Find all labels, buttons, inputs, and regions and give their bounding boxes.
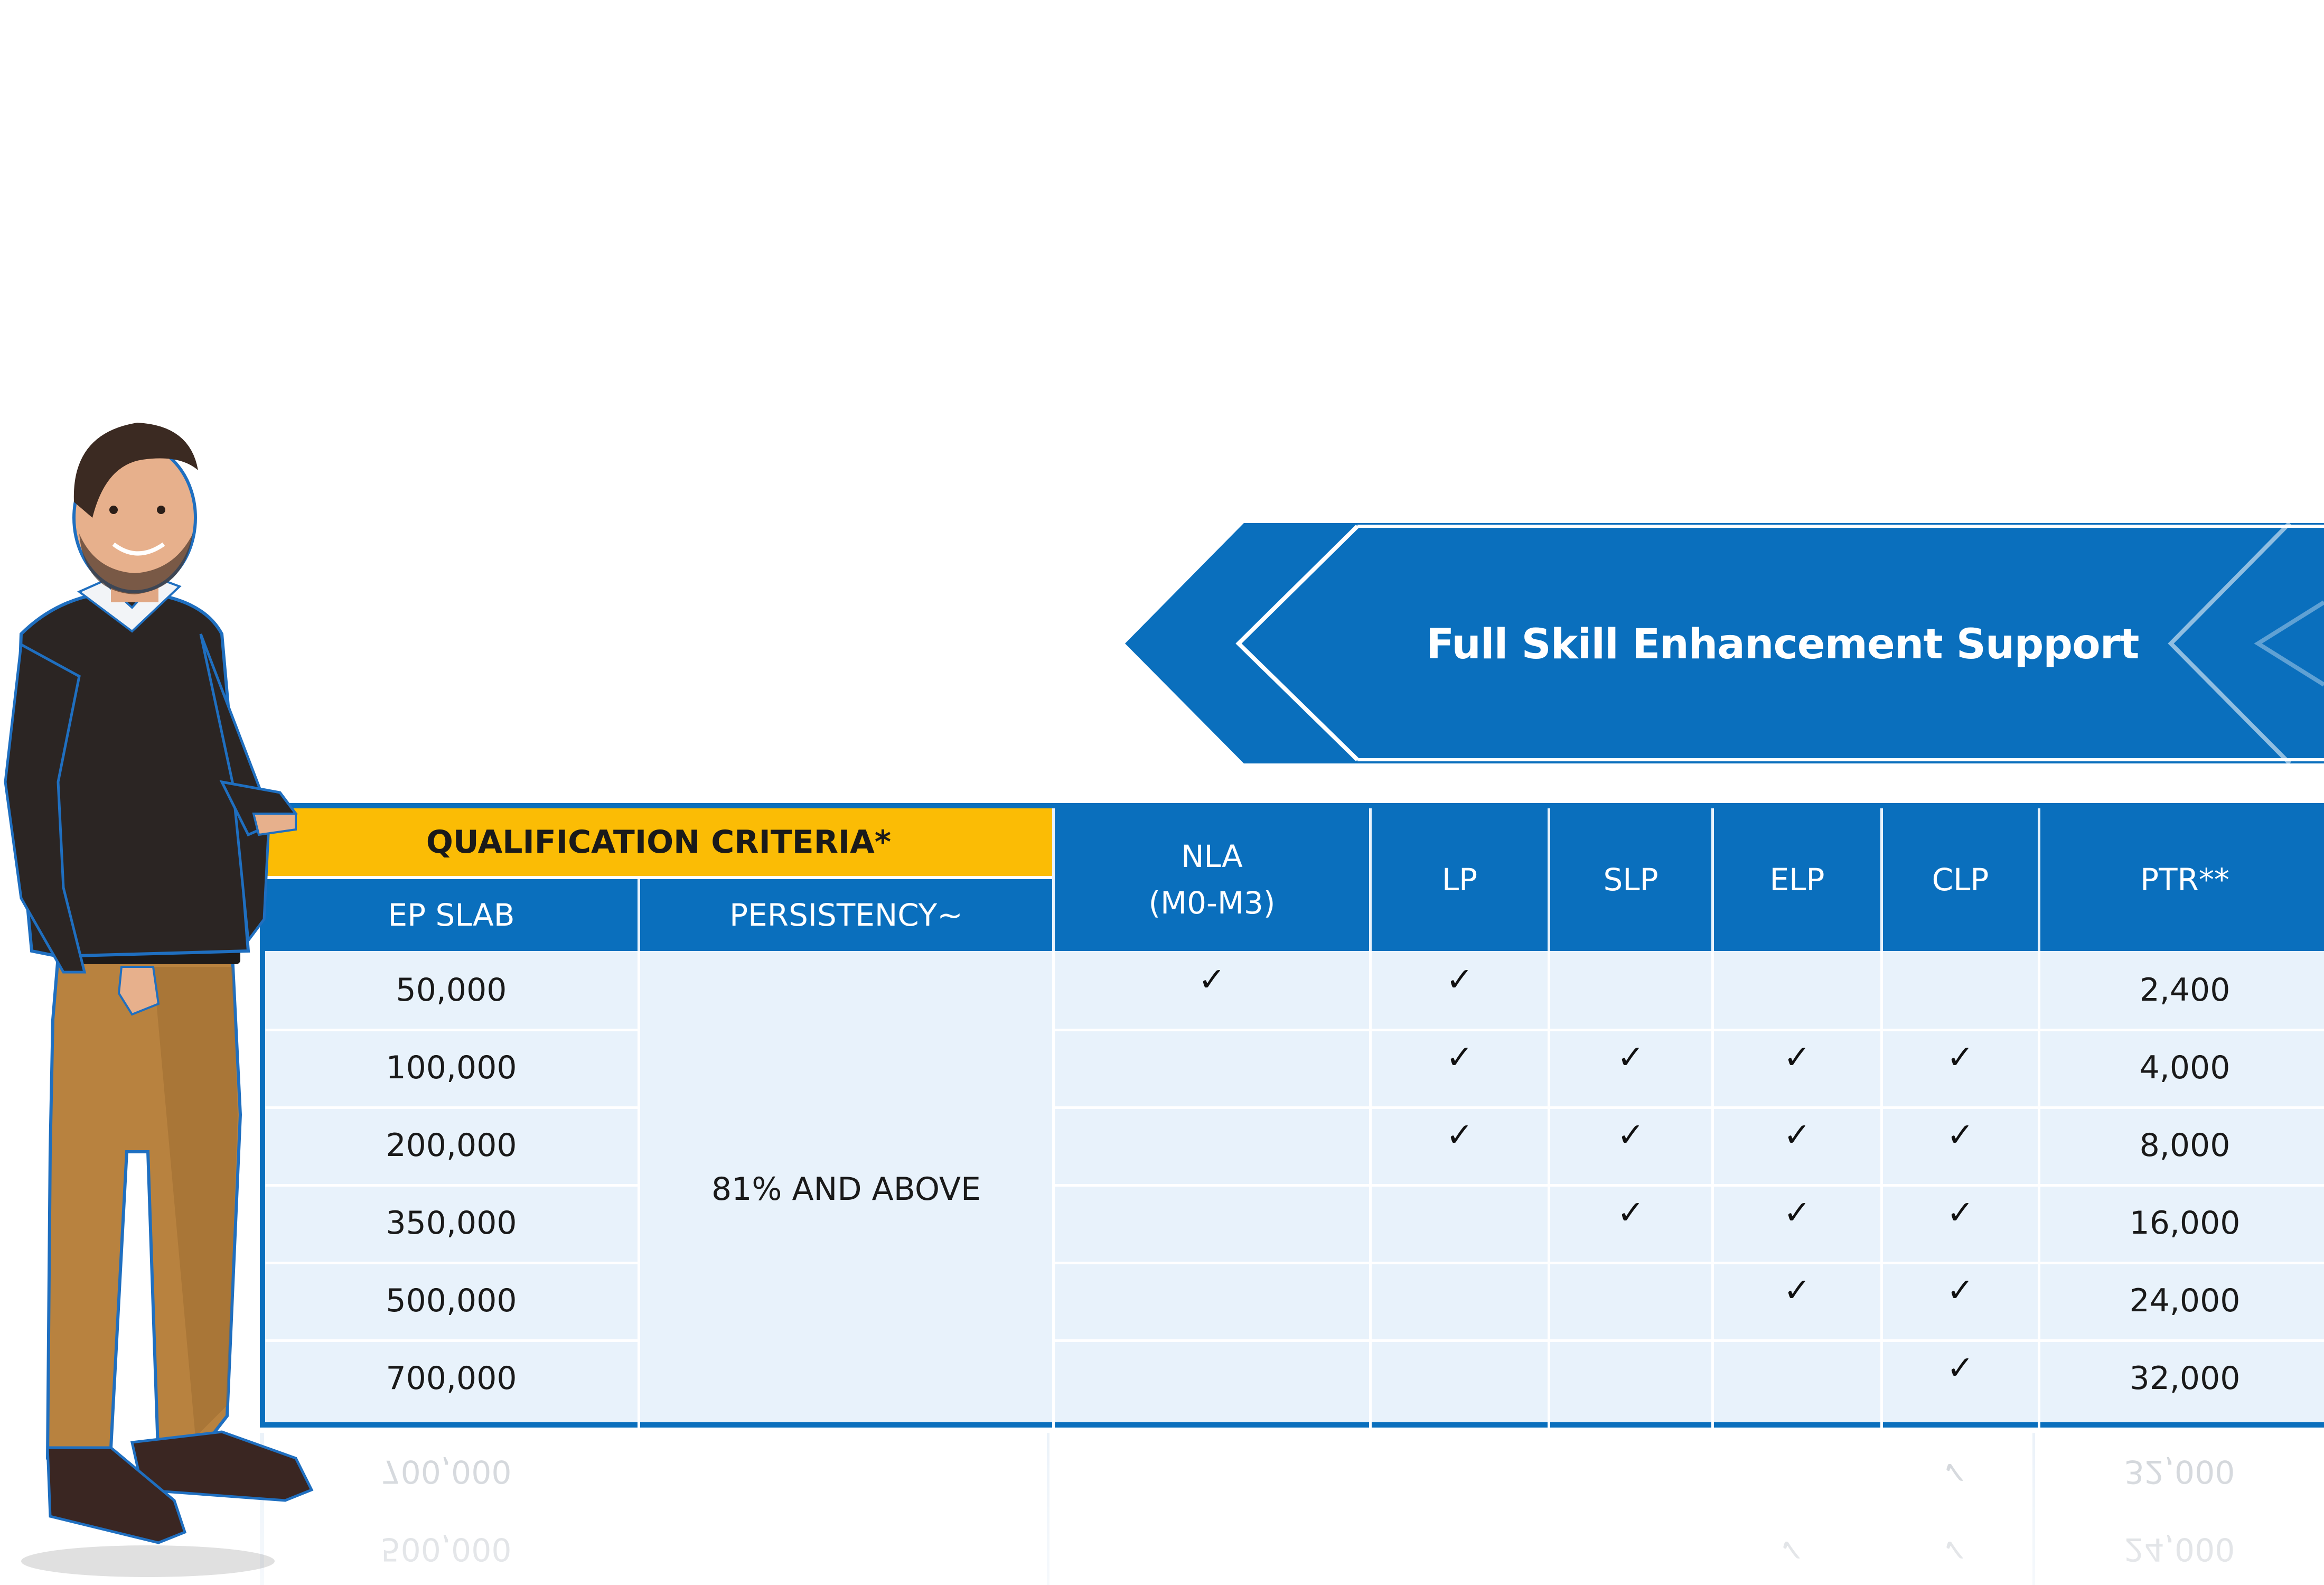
qualification-criteria-header: QUALIFICATION CRITERIA*	[265, 808, 1052, 876]
ptr-value: 8,000	[2139, 1126, 2231, 1164]
person-hand-right	[252, 813, 297, 836]
ptr-value: 2,400	[2139, 971, 2231, 1009]
elp-check-cell: ✓	[1714, 1106, 1880, 1184]
slp-check-cell: ✓	[1550, 1106, 1711, 1184]
lp-check-cell	[1372, 1184, 1548, 1262]
check-icon: ✓	[1783, 1038, 1811, 1076]
nla-header: NLA (M0-M3)	[1055, 808, 1369, 951]
check-icon: ✓	[1946, 1271, 1974, 1309]
check-icon: ✓	[1783, 1193, 1811, 1232]
ptr-value: 32,000	[2129, 1359, 2241, 1397]
check-icon: ✓	[1617, 1193, 1645, 1232]
check-icon: ✓	[1946, 1038, 1974, 1076]
nla-header-line1: NLA	[1181, 838, 1243, 874]
lp-check-cell	[1372, 1262, 1548, 1339]
ptr-value: 24,000	[2129, 1282, 2241, 1319]
slp-check-cell	[1550, 1262, 1711, 1339]
slp-check-cell: ✓	[1550, 1184, 1711, 1262]
slp-check-cell	[1550, 951, 1711, 1029]
ptr-value: 4,000	[2139, 1049, 2231, 1086]
nla-check-cell: ✓	[1055, 951, 1369, 1029]
lp-check-cell	[1372, 1339, 1548, 1417]
nla-check-cell	[1055, 1262, 1369, 1339]
elp-check-cell: ✓	[1714, 1029, 1880, 1106]
check-icon: ✓	[1617, 1115, 1645, 1154]
clp-check-cell: ✓	[1883, 1339, 2038, 1417]
elp-header: ELP	[1714, 808, 1880, 951]
clp-header: CLP	[1883, 808, 2038, 951]
check-icon: ✓	[1446, 1115, 1474, 1154]
persistency-header: PERSISTENCY~	[640, 879, 1052, 951]
nla-check-cell	[1055, 1184, 1369, 1262]
slp-header: SLP	[1550, 808, 1711, 951]
reflection-fade	[0, 1433, 2324, 1585]
lp-check-cell: ✓	[1372, 951, 1548, 1029]
nla-check-cell	[1055, 1029, 1369, 1106]
qualification-table: QUALIFICATION CRITERIA* EP SLAB PERSISTE…	[260, 803, 2324, 1428]
check-icon: ✓	[1446, 960, 1474, 999]
elp-check-cell: ✓	[1714, 1262, 1880, 1339]
person-eye-left	[109, 506, 118, 514]
check-icon: ✓	[1198, 960, 1226, 999]
slp-check-cell: ✓	[1550, 1029, 1711, 1106]
person-shadow	[21, 1545, 275, 1577]
elp-check-cell: ✓	[1714, 1184, 1880, 1262]
lp-check-cell: ✓	[1372, 1106, 1548, 1184]
check-icon: ✓	[1946, 1348, 1974, 1387]
nla-check-cell	[1055, 1106, 1369, 1184]
slp-check-cell	[1550, 1339, 1711, 1417]
nla-check-cell	[1055, 1339, 1369, 1417]
clp-check-cell: ✓	[1883, 1184, 2038, 1262]
lp-header: LP	[1372, 808, 1548, 951]
check-icon: ✓	[1783, 1271, 1811, 1309]
ptr-header: PTR**	[2040, 808, 2324, 951]
check-icon: ✓	[1446, 1038, 1474, 1076]
person-eye-right	[157, 506, 165, 514]
banner-title: Full Skill Enhancement Support	[1426, 621, 2139, 668]
clp-check-cell: ✓	[1883, 1106, 2038, 1184]
elp-check-cell	[1714, 1339, 1880, 1417]
ptr-value: 16,000	[2129, 1204, 2241, 1242]
persistency-value: 81% AND ABOVE	[711, 1171, 981, 1208]
person-illustration	[4, 423, 314, 1577]
check-icon: ✓	[1617, 1038, 1645, 1076]
nla-header-line2: (M0-M3)	[1148, 885, 1276, 921]
clp-check-cell	[1883, 951, 2038, 1029]
header-separator	[265, 876, 1052, 879]
check-icon: ✓	[1783, 1115, 1811, 1154]
clp-check-cell: ✓	[1883, 1029, 2038, 1106]
check-icon: ✓	[1946, 1193, 1974, 1232]
clp-check-cell: ✓	[1883, 1262, 2038, 1339]
check-icon: ✓	[1946, 1115, 1974, 1154]
elp-check-cell	[1714, 951, 1880, 1029]
lp-check-cell: ✓	[1372, 1029, 1548, 1106]
